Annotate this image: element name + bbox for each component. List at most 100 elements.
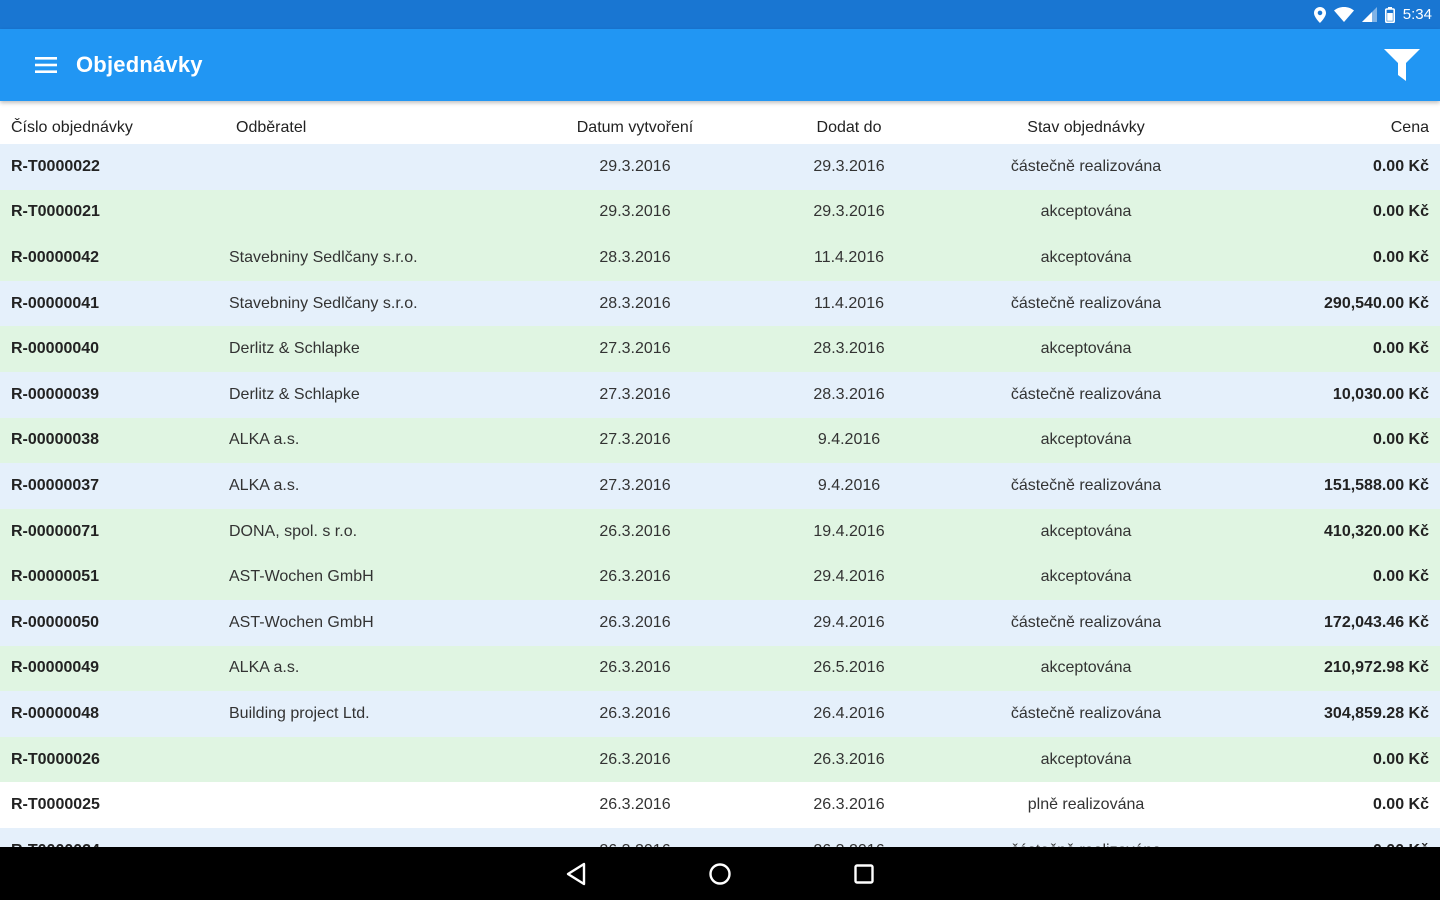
delivery-date-cell: 28.3.2016 bbox=[813, 340, 885, 358]
page-title: Objednávky bbox=[76, 52, 203, 77]
status-cell: částečně realizována bbox=[1010, 704, 1162, 722]
price-cell: 304,859.28 Kč bbox=[1324, 704, 1429, 722]
battery-icon bbox=[1384, 6, 1395, 23]
header-created[interactable]: Datum vytvoření bbox=[518, 119, 752, 137]
status-cell: částečně realizována bbox=[1010, 613, 1162, 631]
table-row[interactable]: R-00000071 DONA, spol. s r.o. 26.3.2016 19.… bbox=[0, 508, 1440, 555]
delivery-date-cell: 11.4.2016 bbox=[814, 294, 884, 312]
created-date-cell: 26.3.2016 bbox=[599, 522, 671, 540]
delivery-date-cell: 26.3.2016 bbox=[813, 796, 885, 814]
order-number-cell: R-T0000026 bbox=[11, 750, 100, 768]
created-date-cell: 29.3.2016 bbox=[599, 203, 671, 221]
created-date-cell: 28.3.2016 bbox=[599, 248, 671, 266]
customer-cell: Stavebniny Sedlčany s.r.o. bbox=[229, 248, 418, 266]
delivery-date-cell: 29.4.2016 bbox=[813, 568, 885, 586]
table-row[interactable]: R-00000050 AST-Wochen GmbH 26.3.2016 29.4.2… bbox=[0, 599, 1440, 646]
status-cell: akceptována bbox=[1040, 431, 1132, 449]
customer-cell: Stavebniny Sedlčany s.r.o. bbox=[229, 294, 418, 312]
price-cell: 10,030.00 Kč bbox=[1332, 385, 1429, 403]
order-number-cell: R-00000038 bbox=[11, 431, 100, 449]
delivery-date-cell: 29.3.2016 bbox=[813, 157, 885, 175]
price-cell: 290,540.00 Kč bbox=[1324, 294, 1429, 312]
created-date-cell: 27.3.2016 bbox=[599, 340, 671, 358]
table-row[interactable]: R-T0000022 29.3.2016 29.3.2016 částečně rea… bbox=[0, 144, 1440, 190]
table-row[interactable]: R-00000038 ALKA a.s. 27.3.2016 9.4.2016 akce… bbox=[0, 417, 1440, 464]
order-number-cell: R-00000037 bbox=[11, 476, 100, 494]
status-cell: akceptována bbox=[1040, 203, 1132, 221]
status-cell: akceptována bbox=[1040, 522, 1132, 540]
created-date-cell: 26.3.2016 bbox=[599, 750, 671, 768]
created-date-cell: 27.3.2016 bbox=[599, 385, 671, 403]
created-date-cell: 28.3.2016 bbox=[599, 294, 671, 312]
back-icon[interactable] bbox=[554, 852, 598, 896]
order-number-cell: R-00000048 bbox=[11, 704, 100, 722]
table-row[interactable]: R-00000041 Stavebniny Sedlčany s.r.o. 28.3… bbox=[0, 280, 1440, 327]
status-cell: částečně realizována bbox=[1010, 157, 1162, 175]
table-row[interactable]: R-T0000025 26.3.2016 26.3.2016 plně realizo… bbox=[0, 782, 1440, 828]
price-cell: 0.00 Kč bbox=[1372, 248, 1429, 266]
price-cell: 410,320.00 Kč bbox=[1324, 522, 1429, 540]
order-number-cell: R-00000051 bbox=[11, 568, 100, 586]
hamburger-menu-icon[interactable] bbox=[22, 41, 70, 89]
recents-icon[interactable] bbox=[842, 852, 886, 896]
status-cell: částečně realizována bbox=[1010, 294, 1162, 312]
delivery-date-cell: 28.3.2016 bbox=[813, 385, 885, 403]
table-row[interactable]: R-00000049 ALKA a.s. 26.3.2016 26.5.2016 akc… bbox=[0, 645, 1440, 692]
order-number-cell: R-T0000025 bbox=[11, 796, 100, 814]
order-number-cell: R-T0000022 bbox=[11, 157, 100, 175]
status-cell: akceptována bbox=[1040, 750, 1132, 768]
table-row[interactable]: R-00000037 ALKA a.s. 27.3.2016 9.4.2016 část… bbox=[0, 463, 1440, 509]
table-row[interactable]: R-00000040 Derlitz & Schlapke 27.3.2016 28.… bbox=[0, 326, 1440, 372]
price-cell: 151,588.00 Kč bbox=[1324, 476, 1429, 494]
customer-cell: AST-Wochen GmbH bbox=[229, 613, 374, 631]
app-bar: Objednávky bbox=[0, 29, 1440, 101]
price-cell: 0.00 Kč bbox=[1372, 340, 1429, 358]
price-cell: 0.00 Kč bbox=[1372, 431, 1429, 449]
status-cell: akceptována bbox=[1040, 659, 1132, 677]
table-row[interactable]: R-00000048 Building project Ltd. 26.3.2016… bbox=[0, 691, 1440, 737]
navigation-bar bbox=[0, 847, 1440, 900]
table-row[interactable]: R-T0000026 26.3.2016 26.3.2016 akceptována 0… bbox=[0, 736, 1440, 783]
order-number-cell: R-00000042 bbox=[11, 248, 100, 266]
table-row[interactable]: R-T0000021 29.3.2016 29.3.2016 akceptována 0… bbox=[0, 189, 1440, 236]
customer-cell: Derlitz & Schlapke bbox=[229, 385, 360, 403]
orders-table: Číslo objednávky Odběratel Datum vytvoře… bbox=[0, 101, 1440, 847]
header-customer[interactable]: Odběratel bbox=[218, 119, 518, 137]
customer-cell: AST-Wochen GmbH bbox=[229, 568, 374, 586]
created-date-cell: 27.3.2016 bbox=[599, 431, 671, 449]
location-icon bbox=[1313, 6, 1326, 23]
price-cell: 172,043.46 Kč bbox=[1324, 613, 1429, 631]
created-date-cell: 29.3.2016 bbox=[599, 157, 671, 175]
order-number-cell: R-00000040 bbox=[11, 340, 100, 358]
delivery-date-cell: 29.3.2016 bbox=[813, 203, 885, 221]
created-date-cell: 26.3.2016 bbox=[599, 796, 671, 814]
table-row[interactable]: R-00000051 AST-Wochen GmbH 26.3.2016 29.4.2… bbox=[0, 554, 1440, 600]
table-row[interactable]: R-00000042 Stavebniny Sedlčany s.r.o. 28.3… bbox=[0, 235, 1440, 281]
table-header: Číslo objednávky Odběratel Datum vytvoře… bbox=[0, 101, 1440, 144]
table-row[interactable]: R-00000039 Derlitz & Schlapke 27.3.2016 28.… bbox=[0, 371, 1440, 418]
price-cell: 0.00 Kč bbox=[1372, 796, 1429, 814]
created-date-cell: 26.3.2016 bbox=[599, 704, 671, 722]
home-icon[interactable] bbox=[698, 852, 742, 896]
header-status[interactable]: Stav objednávky bbox=[946, 119, 1226, 137]
delivery-date-cell: 9.4.2016 bbox=[817, 431, 881, 449]
price-cell: 0.00 Kč bbox=[1372, 568, 1429, 586]
order-number-cell: R-00000071 bbox=[11, 522, 100, 540]
header-price[interactable]: Cena bbox=[1226, 119, 1440, 137]
header-order-number[interactable]: Číslo objednávky bbox=[0, 119, 218, 137]
customer-cell: Building project Ltd. bbox=[229, 704, 370, 722]
filter-icon[interactable] bbox=[1378, 41, 1426, 89]
customer-cell: ALKA a.s. bbox=[229, 659, 300, 677]
status-time: 5:34 bbox=[1402, 6, 1432, 23]
created-date-cell: 26.3.2016 bbox=[599, 568, 671, 586]
header-deliver-by[interactable]: Dodat do bbox=[752, 119, 946, 137]
wifi-icon bbox=[1333, 7, 1354, 22]
status-cell: částečně realizována bbox=[1010, 385, 1162, 403]
created-date-cell: 26.3.2016 bbox=[599, 659, 671, 677]
delivery-date-cell: 19.4.2016 bbox=[813, 522, 885, 540]
delivery-date-cell: 26.4.2016 bbox=[813, 704, 885, 722]
delivery-date-cell: 26.5.2016 bbox=[813, 659, 885, 677]
price-cell: 0.00 Kč bbox=[1372, 203, 1429, 221]
table-row[interactable]: R-T000002426.3.201626.3.2016částečně rea… bbox=[0, 827, 1440, 847]
delivery-date-cell: 11.4.2016 bbox=[814, 248, 884, 266]
